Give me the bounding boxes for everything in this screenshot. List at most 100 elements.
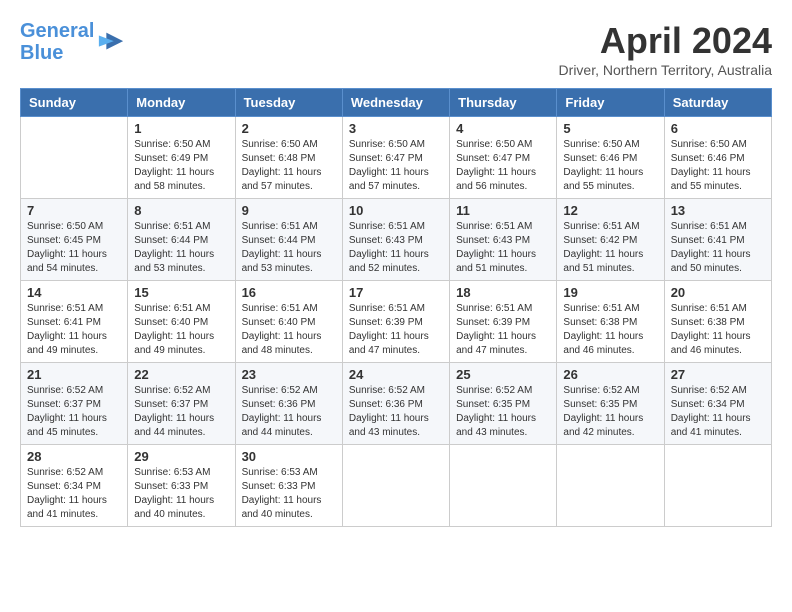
week-row-2: 7 Sunrise: 6:50 AMSunset: 6:45 PMDaylight…	[21, 199, 772, 281]
day-number: 1	[134, 121, 228, 136]
day-number: 13	[671, 203, 765, 218]
week-row-4: 21 Sunrise: 6:52 AMSunset: 6:37 PMDayligh…	[21, 363, 772, 445]
day-info: Sunrise: 6:51 AMSunset: 6:40 PMDaylight:…	[134, 302, 228, 358]
day-info: Sunrise: 6:50 AMSunset: 6:45 PMDaylight:…	[27, 220, 121, 276]
day-cell: 6 Sunrise: 6:50 AMSunset: 6:46 PMDaylight…	[664, 117, 771, 199]
day-number: 15	[134, 285, 228, 300]
day-number: 22	[134, 367, 228, 382]
day-cell: 15 Sunrise: 6:51 AMSunset: 6:40 PMDayligh…	[128, 281, 235, 363]
day-info: Sunrise: 6:51 AMSunset: 6:41 PMDaylight:…	[27, 302, 121, 358]
day-cell: 2Sunrise: 6:50 AMSunset: 6:48 PMDaylight…	[235, 117, 342, 199]
day-cell: 18 Sunrise: 6:51 AMSunset: 6:39 PMDayligh…	[450, 281, 557, 363]
day-cell: 5 Sunrise: 6:50 AMSunset: 6:46 PMDaylight…	[557, 117, 664, 199]
day-info: Sunrise: 6:52 AMSunset: 6:34 PMDaylight:…	[27, 466, 121, 522]
day-cell: 19 Sunrise: 6:51 AMSunset: 6:38 PMDayligh…	[557, 281, 664, 363]
day-info: Sunrise: 6:51 AMSunset: 6:39 PMDaylight:…	[456, 302, 550, 358]
day-cell: 1 Sunrise: 6:50 AMSunset: 6:49 PMDaylight…	[128, 117, 235, 199]
week-row-5: 28Sunrise: 6:52 AMSunset: 6:34 PMDayligh…	[21, 445, 772, 527]
logo-text: General Blue	[20, 20, 94, 64]
day-number: 25	[456, 367, 550, 382]
day-info: Sunrise: 6:51 AMSunset: 6:38 PMDaylight:…	[563, 302, 657, 358]
day-info: Sunrise: 6:52 AMSunset: 6:36 PMDaylight:…	[349, 384, 443, 440]
day-cell: 4 Sunrise: 6:50 AMSunset: 6:47 PMDaylight…	[450, 117, 557, 199]
day-number: 24	[349, 367, 443, 382]
week-row-3: 14 Sunrise: 6:51 AMSunset: 6:41 PMDayligh…	[21, 281, 772, 363]
day-number: 29	[134, 449, 228, 464]
day-info: Sunrise: 6:51 AMSunset: 6:41 PMDaylight:…	[671, 220, 765, 276]
day-number: 30	[242, 449, 336, 464]
day-info: Sunrise: 6:51 AMSunset: 6:43 PMDaylight:…	[456, 220, 550, 276]
day-number: 9	[242, 203, 336, 218]
day-number: 10	[349, 203, 443, 218]
day-info: Sunrise: 6:51 AMSunset: 6:44 PMDaylight:…	[242, 220, 336, 276]
day-info: Sunrise: 6:52 AMSunset: 6:35 PMDaylight:…	[456, 384, 550, 440]
day-number: 23	[242, 367, 336, 382]
day-info: Sunrise: 6:50 AMSunset: 6:47 PMDaylight:…	[456, 138, 550, 194]
day-cell: 13 Sunrise: 6:51 AMSunset: 6:41 PMDayligh…	[664, 199, 771, 281]
column-header-saturday: Saturday	[664, 89, 771, 117]
day-number: 5	[563, 121, 657, 136]
day-number: 14	[27, 285, 121, 300]
day-info: Sunrise: 6:52 AMSunset: 6:37 PMDaylight:…	[134, 384, 228, 440]
column-header-monday: Monday	[128, 89, 235, 117]
day-number: 3	[349, 121, 443, 136]
day-info: Sunrise: 6:52 AMSunset: 6:37 PMDaylight:…	[27, 384, 121, 440]
day-number: 2	[242, 121, 336, 136]
day-info: Sunrise: 6:52 AMSunset: 6:34 PMDaylight:…	[671, 384, 765, 440]
day-cell: 28Sunrise: 6:52 AMSunset: 6:34 PMDayligh…	[21, 445, 128, 527]
day-info: Sunrise: 6:50 AMSunset: 6:46 PMDaylight:…	[671, 138, 765, 194]
day-cell: 10 Sunrise: 6:51 AMSunset: 6:43 PMDayligh…	[342, 199, 449, 281]
column-header-friday: Friday	[557, 89, 664, 117]
day-number: 19	[563, 285, 657, 300]
day-info: Sunrise: 6:53 AMSunset: 6:33 PMDaylight:…	[242, 466, 336, 522]
day-number: 12	[563, 203, 657, 218]
calendar-table: SundayMondayTuesdayWednesdayThursdayFrid…	[20, 88, 772, 527]
column-header-tuesday: Tuesday	[235, 89, 342, 117]
day-info: Sunrise: 6:51 AMSunset: 6:42 PMDaylight:…	[563, 220, 657, 276]
day-number: 21	[27, 367, 121, 382]
day-number: 4	[456, 121, 550, 136]
day-number: 18	[456, 285, 550, 300]
day-cell: 29 Sunrise: 6:53 AMSunset: 6:33 PMDayligh…	[128, 445, 235, 527]
column-header-wednesday: Wednesday	[342, 89, 449, 117]
day-number: 17	[349, 285, 443, 300]
day-number: 7	[27, 203, 121, 218]
day-cell: 20Sunrise: 6:51 AMSunset: 6:38 PMDayligh…	[664, 281, 771, 363]
day-info: Sunrise: 6:51 AMSunset: 6:43 PMDaylight:…	[349, 220, 443, 276]
day-info: Sunrise: 6:50 AMSunset: 6:49 PMDaylight:…	[134, 138, 228, 194]
day-number: 8	[134, 203, 228, 218]
title-area: April 2024 Driver, Northern Territory, A…	[559, 20, 772, 78]
logo-icon	[97, 28, 125, 56]
day-cell: 24 Sunrise: 6:52 AMSunset: 6:36 PMDayligh…	[342, 363, 449, 445]
header-row: SundayMondayTuesdayWednesdayThursdayFrid…	[21, 89, 772, 117]
column-header-thursday: Thursday	[450, 89, 557, 117]
day-number: 27	[671, 367, 765, 382]
day-info: Sunrise: 6:52 AMSunset: 6:35 PMDaylight:…	[563, 384, 657, 440]
day-cell	[664, 445, 771, 527]
day-number: 6	[671, 121, 765, 136]
day-cell: 25 Sunrise: 6:52 AMSunset: 6:35 PMDayligh…	[450, 363, 557, 445]
location-title: Driver, Northern Territory, Australia	[559, 62, 772, 78]
day-info: Sunrise: 6:53 AMSunset: 6:33 PMDaylight:…	[134, 466, 228, 522]
day-cell: 17 Sunrise: 6:51 AMSunset: 6:39 PMDayligh…	[342, 281, 449, 363]
day-cell: 26 Sunrise: 6:52 AMSunset: 6:35 PMDayligh…	[557, 363, 664, 445]
logo-line1: General	[20, 20, 94, 42]
day-info: Sunrise: 6:51 AMSunset: 6:39 PMDaylight:…	[349, 302, 443, 358]
day-cell: 9 Sunrise: 6:51 AMSunset: 6:44 PMDaylight…	[235, 199, 342, 281]
day-cell: 11 Sunrise: 6:51 AMSunset: 6:43 PMDayligh…	[450, 199, 557, 281]
day-number: 20	[671, 285, 765, 300]
day-cell	[342, 445, 449, 527]
day-cell: 3Sunrise: 6:50 AMSunset: 6:47 PMDaylight…	[342, 117, 449, 199]
day-cell: 14 Sunrise: 6:51 AMSunset: 6:41 PMDayligh…	[21, 281, 128, 363]
day-info: Sunrise: 6:51 AMSunset: 6:40 PMDaylight:…	[242, 302, 336, 358]
day-cell: 12 Sunrise: 6:51 AMSunset: 6:42 PMDayligh…	[557, 199, 664, 281]
day-info: Sunrise: 6:50 AMSunset: 6:46 PMDaylight:…	[563, 138, 657, 194]
week-row-1: 1 Sunrise: 6:50 AMSunset: 6:49 PMDaylight…	[21, 117, 772, 199]
day-number: 11	[456, 203, 550, 218]
day-number: 26	[563, 367, 657, 382]
day-cell: 27 Sunrise: 6:52 AMSunset: 6:34 PMDayligh…	[664, 363, 771, 445]
day-cell: 16Sunrise: 6:51 AMSunset: 6:40 PMDayligh…	[235, 281, 342, 363]
column-header-sunday: Sunday	[21, 89, 128, 117]
logo-line2: Blue	[20, 42, 63, 64]
day-cell	[557, 445, 664, 527]
